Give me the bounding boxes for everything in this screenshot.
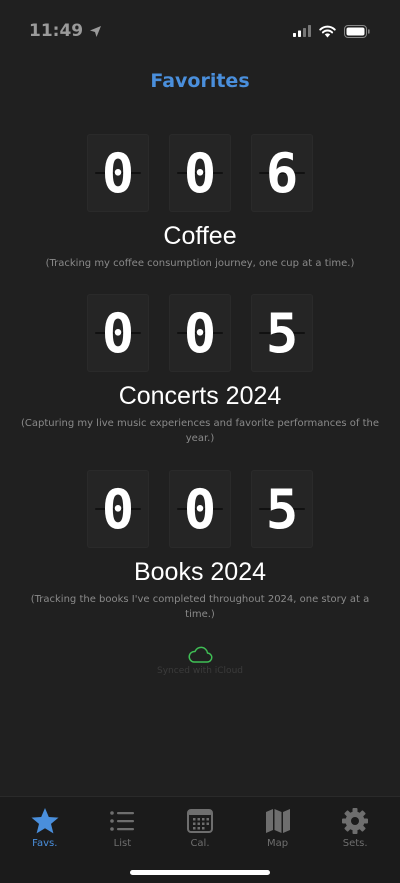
digit-card: 0 — [87, 470, 149, 548]
list-icon — [110, 811, 135, 831]
digit-card: 0 — [169, 294, 231, 372]
digit-card: 6 — [251, 134, 313, 212]
tab-label: Cal. — [190, 838, 210, 849]
digit-card: 5 — [251, 294, 313, 372]
tab-label: List — [113, 838, 132, 849]
wifi-icon — [319, 25, 336, 37]
digit: 0 — [101, 141, 135, 205]
digit: 0 — [183, 301, 217, 365]
digit: 6 — [265, 141, 299, 205]
cellular-signal-icon — [293, 25, 311, 37]
star-icon — [31, 808, 59, 834]
counter-title: Coffee — [163, 222, 237, 250]
location-arrow-icon — [90, 25, 102, 37]
calendar-icon — [186, 809, 213, 833]
tab-label: Favs. — [32, 838, 58, 849]
battery-icon — [344, 24, 370, 38]
counter-title: Books 2024 — [133, 558, 267, 586]
digit-row: 0 0 6 — [87, 134, 313, 212]
cloud-icon — [188, 646, 213, 663]
map-icon — [265, 809, 290, 833]
digit-row: 0 0 5 — [87, 294, 313, 372]
status-time: 11:49 — [29, 21, 84, 41]
counter-coffee[interactable]: 0 0 6 Coffee (Tracking my coffee consump… — [0, 134, 400, 271]
digit-card: 0 — [169, 470, 231, 548]
page-title: Favorites — [150, 70, 250, 92]
counter-description: (Capturing my live music experiences and… — [20, 418, 380, 444]
tab-label: Map — [267, 838, 289, 849]
counter-description: (Tracking my coffee consumption journey,… — [45, 258, 355, 269]
digit: 0 — [183, 141, 217, 205]
digit: 5 — [265, 301, 299, 365]
counter-description: (Tracking the books I've completed throu… — [30, 594, 370, 620]
digit-card: 0 — [87, 134, 149, 212]
sync-label: Synced with iCloud — [157, 666, 243, 676]
digit: 0 — [101, 477, 135, 541]
tab-label: Sets. — [342, 838, 368, 849]
tab-sets[interactable]: Sets. — [320, 807, 390, 883]
status-right — [293, 24, 370, 38]
digit: 0 — [101, 301, 135, 365]
status-left: 11:49 — [29, 21, 102, 41]
home-indicator[interactable] — [130, 870, 270, 875]
digit-row: 0 0 5 — [87, 470, 313, 548]
gear-icon — [342, 808, 369, 834]
counter-title: Concerts 2024 — [118, 382, 282, 410]
digit-card: 5 — [251, 470, 313, 548]
digit-card: 0 — [87, 294, 149, 372]
tab-favs[interactable]: Favs. — [10, 807, 80, 883]
digit: 5 — [265, 477, 299, 541]
counter-books[interactable]: 0 0 5 Books 2024 (Tracking the books I'v… — [0, 470, 400, 622]
digit: 0 — [183, 477, 217, 541]
digit-card: 0 — [169, 134, 231, 212]
counter-concerts[interactable]: 0 0 5 Concerts 2024 (Capturing my live m… — [0, 294, 400, 446]
sync-status: Synced with iCloud — [0, 646, 400, 676]
status-bar: 11:49 — [0, 0, 400, 62]
